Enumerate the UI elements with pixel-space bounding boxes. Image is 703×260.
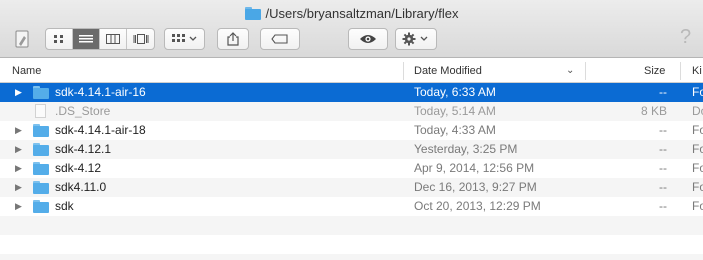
folder-icon [244, 6, 261, 20]
column-header-size[interactable]: Size [644, 59, 665, 83]
path-icon[interactable] [12, 28, 34, 50]
arrange-button[interactable] [164, 28, 205, 50]
folder-icon [33, 124, 49, 137]
file-row[interactable]: ▶ sdk-4.14.1-air-18 Today, 4:33 AM -- Fo [0, 121, 703, 140]
file-name: sdk4.11.0 [55, 180, 107, 194]
file-size: -- [659, 123, 667, 137]
file-row[interactable]: .DS_Store Today, 5:14 AM 8 KB Do [0, 102, 703, 121]
file-list: ▶ sdk-4.14.1-air-16 Today, 6:33 AM -- Fo .DS_… [0, 83, 703, 260]
window-title: /Users/bryansaltzman/Library/flex [0, 4, 703, 22]
file-row[interactable]: ▶ sdk-4.12.1 Yesterday, 3:25 PM -- Fo [0, 140, 703, 159]
list-view-button[interactable] [73, 29, 100, 49]
file-kind: Fo [692, 85, 703, 99]
folder-icon [33, 86, 49, 99]
disclosure-triangle-icon[interactable]: ▶ [15, 140, 22, 159]
column-divider[interactable] [680, 62, 681, 80]
folder-icon [33, 181, 49, 194]
file-name: sdk-4.12 [55, 161, 102, 175]
file-size: -- [659, 142, 667, 156]
file-kind: Fo [692, 199, 703, 213]
empty-row [0, 216, 703, 235]
empty-row [0, 254, 703, 260]
cover-flow-icon [133, 34, 148, 44]
file-date-modified: Oct 20, 2013, 12:29 PM [414, 199, 541, 213]
share-button[interactable] [217, 28, 249, 50]
file-size: -- [659, 161, 667, 175]
column-view-button[interactable] [100, 29, 127, 49]
toolbar: /Users/bryansaltzman/Library/flex ? [0, 0, 703, 58]
file-name: sdk-4.12.1 [55, 142, 112, 156]
eye-icon [360, 35, 376, 43]
file-row[interactable]: ▶ sdk Oct 20, 2013, 12:29 PM -- Fo [0, 197, 703, 216]
folder-icon [33, 143, 49, 156]
empty-row [0, 235, 703, 254]
column-header-date[interactable]: Date Modified [414, 59, 482, 83]
file-row[interactable]: ▶ sdk-4.14.1-air-16 Today, 6:33 AM -- Fo [0, 83, 703, 102]
column-view-icon [106, 34, 120, 44]
sort-chevron-icon: ⌄ [566, 65, 575, 76]
list-view-icon [79, 35, 93, 43]
view-mode-control [45, 28, 155, 50]
share-icon [227, 32, 239, 46]
disclosure-triangle-icon[interactable]: ▶ [15, 159, 22, 178]
icon-view-button[interactable] [46, 29, 73, 49]
file-kind: Fo [692, 142, 703, 156]
help-icon[interactable]: ? [680, 26, 691, 49]
disclosure-triangle-icon[interactable]: ▶ [15, 121, 22, 140]
disclosure-triangle-icon[interactable]: ▶ [15, 83, 22, 102]
file-kind: Fo [692, 180, 703, 194]
file-kind: Do [692, 104, 703, 118]
file-size: -- [659, 199, 667, 213]
tag-icon [271, 34, 288, 44]
grid-arrange-icon [171, 34, 196, 42]
window-title-text: /Users/bryansaltzman/Library/flex [265, 5, 459, 21]
tag-button[interactable] [260, 28, 300, 50]
file-kind: Fo [692, 161, 703, 175]
file-size: 8 KB [640, 104, 667, 118]
column-header-name[interactable]: Name [12, 59, 41, 83]
file-kind: Fo [692, 123, 703, 137]
file-date-modified: Dec 16, 2013, 9:27 PM [414, 180, 537, 194]
file-icon [35, 104, 46, 118]
file-date-modified: Today, 4:33 AM [414, 123, 496, 137]
file-name: sdk-4.14.1-air-16 [55, 85, 146, 99]
disclosure-triangle-icon[interactable]: ▶ [15, 178, 22, 197]
file-row[interactable]: ▶ sdk4.11.0 Dec 16, 2013, 9:27 PM -- Fo [0, 178, 703, 197]
finder-window: /Users/bryansaltzman/Library/flex ? Name… [0, 0, 703, 260]
column-header-row: Name Date Modified ⌄ Size Ki [0, 59, 703, 83]
gear-icon [402, 32, 428, 46]
icon-view-icon [54, 35, 63, 43]
quick-look-button[interactable] [348, 28, 388, 50]
file-name: sdk-4.14.1-air-18 [55, 123, 146, 137]
file-size: -- [659, 85, 667, 99]
file-row[interactable]: ▶ sdk-4.12 Apr 9, 2014, 12:56 PM -- Fo [0, 159, 703, 178]
file-name: .DS_Store [55, 104, 111, 118]
cover-flow-view-button[interactable] [127, 29, 154, 49]
column-divider[interactable] [585, 62, 586, 80]
action-button[interactable] [395, 28, 437, 50]
column-header-kind[interactable]: Ki [692, 59, 702, 83]
file-date-modified: Today, 6:33 AM [414, 85, 496, 99]
file-name: sdk [55, 199, 74, 213]
file-date-modified: Today, 5:14 AM [414, 104, 496, 118]
folder-icon [33, 200, 49, 213]
file-date-modified: Apr 9, 2014, 12:56 PM [414, 161, 535, 175]
folder-icon [33, 162, 49, 175]
column-divider[interactable] [403, 62, 404, 80]
disclosure-triangle-icon[interactable]: ▶ [15, 197, 22, 216]
file-date-modified: Yesterday, 3:25 PM [414, 142, 518, 156]
file-size: -- [659, 180, 667, 194]
